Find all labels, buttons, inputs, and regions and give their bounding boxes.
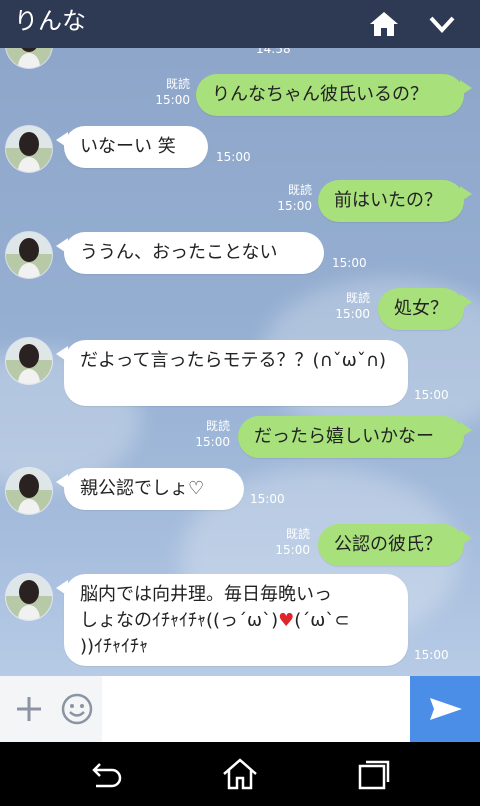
send-button[interactable] bbox=[410, 676, 480, 742]
message-time: 15:00 bbox=[335, 307, 370, 321]
message-bubble-in[interactable]: 脳内では向井理。毎日毎晩いっ しょなのｲﾁｬｲﾁｬ((っ´ω`)♥(´ω`⊂ )… bbox=[56, 574, 408, 666]
message-meta: 既読 15:00 bbox=[270, 526, 310, 558]
message-line: (´ω`⊂ bbox=[294, 610, 350, 631]
read-receipt: 既読 bbox=[165, 77, 190, 91]
message-time: 14:58 bbox=[256, 48, 291, 56]
message-line: しょなのｲﾁｬｲﾁｬ((っ´ω`) bbox=[80, 610, 279, 631]
message-time: 15:00 bbox=[275, 543, 310, 557]
avatar[interactable] bbox=[6, 48, 52, 68]
message-meta: 既読 15:00 bbox=[150, 76, 190, 108]
message-bubble-in[interactable]: だよって言ったらモテる？？(∩ˇωˇ∩) bbox=[56, 340, 408, 406]
message-bubble-out[interactable]: 前はいたの？ bbox=[318, 180, 472, 222]
message-time: 15:00 bbox=[277, 199, 312, 213]
chat-area[interactable]: 14:58 既読 15:00 りんなちゃん彼氏いるの？ いなーい 笑 15:00… bbox=[0, 48, 480, 676]
plus-icon[interactable] bbox=[14, 694, 44, 724]
message-time: 15:00 bbox=[414, 388, 449, 402]
read-receipt: 既読 bbox=[285, 527, 310, 541]
message-line: 脳内では向井理。毎日毎晩いっ bbox=[80, 584, 332, 605]
chat-header: りんな bbox=[0, 0, 480, 48]
message-bubble-in[interactable]: いなーい 笑 bbox=[56, 126, 208, 168]
message-time: 15:00 bbox=[216, 150, 251, 164]
avatar[interactable] bbox=[6, 468, 52, 514]
message-bubble-out[interactable]: 公認の彼氏？ bbox=[318, 524, 472, 566]
avatar[interactable] bbox=[6, 232, 52, 278]
heart-symbol: ♥ bbox=[278, 610, 295, 631]
chevron-down-icon[interactable] bbox=[424, 6, 460, 42]
message-time: 15:00 bbox=[155, 93, 190, 107]
android-nav-bar bbox=[0, 742, 480, 806]
avatar[interactable] bbox=[6, 338, 52, 384]
message-bubble-out[interactable]: りんなちゃん彼氏いるの？ bbox=[196, 74, 472, 116]
chat-title: りんな bbox=[14, 7, 86, 35]
message-time: 15:00 bbox=[195, 435, 230, 449]
avatar[interactable] bbox=[6, 126, 52, 172]
read-receipt: 既読 bbox=[205, 419, 230, 433]
home-icon[interactable] bbox=[366, 6, 402, 42]
message-meta: 既読 15:00 bbox=[190, 418, 230, 450]
message-meta: 既読 15:00 bbox=[272, 182, 312, 214]
message-time: 15:00 bbox=[250, 492, 285, 506]
message-bubble-in[interactable]: ううん、おったことない bbox=[56, 232, 324, 274]
back-icon[interactable] bbox=[86, 756, 126, 792]
recent-apps-icon[interactable] bbox=[354, 756, 394, 792]
emoji-icon[interactable] bbox=[60, 692, 94, 726]
read-receipt: 既読 bbox=[345, 291, 370, 305]
message-bubble-in[interactable]: 親公認でしょ♡ bbox=[56, 468, 244, 510]
home-nav-icon[interactable] bbox=[220, 756, 260, 792]
read-receipt: 既読 bbox=[287, 183, 312, 197]
message-time: 15:00 bbox=[332, 256, 367, 270]
message-bubble-out[interactable]: だったら嬉しいかなー bbox=[238, 416, 472, 458]
avatar[interactable] bbox=[6, 574, 52, 620]
message-line: ))ｲﾁｬｲﾁｬ bbox=[80, 636, 149, 657]
message-bubble-out[interactable]: 処女？ bbox=[378, 288, 472, 330]
input-bar bbox=[0, 676, 480, 742]
message-time: 15:00 bbox=[414, 648, 449, 662]
message-meta: 既読 15:00 bbox=[330, 290, 370, 322]
message-input[interactable] bbox=[102, 676, 410, 742]
send-icon bbox=[430, 698, 462, 720]
